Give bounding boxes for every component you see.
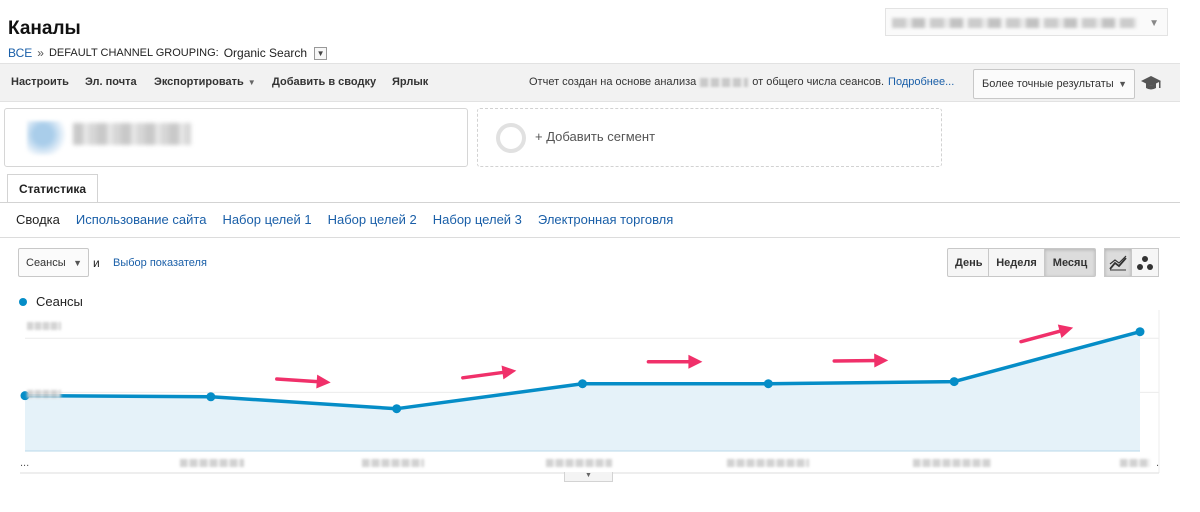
metric-select-label: Сеансы [26,257,66,269]
x-axis-start-ellipsis: ... [20,457,30,469]
subtab-goal-set-3[interactable]: Набор целей 3 [433,212,522,227]
motion-chart-button[interactable] [1131,248,1159,277]
export-button[interactable]: Экспортировать ▼ [154,76,256,88]
annotation-arrowhead [316,374,331,389]
annotation-arrow [1019,327,1068,344]
annotation-arrowhead [1057,324,1074,339]
date-range-picker[interactable]: ▼ [885,8,1168,36]
graduation-cap-icon[interactable] [1140,72,1162,94]
annotation-arrowhead [501,365,517,380]
breadcrumb-grouping: DEFAULT CHANNEL GROUPING: [48,47,219,59]
data-point [949,377,959,387]
period-week-button[interactable]: Неделя [988,248,1045,277]
explorer-subtabs: Сводка Использование сайта Набор целей 1… [16,212,673,227]
breadcrumb-separator: » [37,46,44,60]
add-segment-button[interactable]: + Добавить сегмент [477,108,942,167]
data-point [763,379,773,389]
metric-select[interactable]: Сеансы ▼ [18,248,89,277]
precision-select-label: Более точные результаты [982,78,1114,90]
x-axis-label-redacted [180,459,244,467]
period-day-button[interactable]: День [947,248,989,277]
sampling-note: Отчет создан на основе анализа от общего… [529,76,954,88]
breadcrumb-all-link[interactable]: ВСЕ [8,46,32,60]
data-point [578,379,587,389]
x-axis-label-redacted [913,459,991,467]
series-area-fill [25,331,1140,451]
x-axis-label-redacted [362,459,424,467]
segment-icon-redacted [27,121,67,155]
add-segment-label: + Добавить сегмент [535,129,656,144]
learn-more-link[interactable]: Подробнее... [888,76,954,88]
customize-button[interactable]: Настроить [11,76,69,88]
annotation-arrowhead [688,354,703,369]
email-button[interactable]: Эл. почта [85,76,137,88]
segment-name-redacted [73,123,191,145]
add-to-dashboard-button[interactable]: Добавить в сводку [272,76,376,88]
date-range-redacted [892,18,1137,28]
report-toolbar: Настроить Эл. почта Экспортировать ▼ Доба… [0,63,1180,102]
segment-card-active[interactable] [4,108,468,167]
breadcrumb-dropdown-button[interactable]: ▼ [314,46,328,60]
motion-chart-icon [1137,255,1153,270]
breadcrumb: ВСЕ » DEFAULT CHANNEL GROUPING: Organic … [8,46,328,60]
breadcrumb-value: Organic Search [223,46,308,60]
annotation-arrow [832,358,882,363]
chart-type-toggle [1104,248,1159,277]
tab-statistics[interactable]: Статистика [7,174,98,203]
x-axis-label-redacted [546,459,612,467]
line-chart-icon [1109,255,1127,270]
data-point [206,392,216,402]
annotation-arrow [461,369,511,380]
sampling-note-text: Отчет создан на основе анализа [529,76,697,88]
section-divider [0,237,1180,238]
x-axis-label-redacted [1120,459,1150,467]
shortcut-button[interactable]: Ярлык [392,76,428,88]
annotation-arrow [275,377,325,384]
and-label: и [93,256,100,270]
segment-ring-icon [496,123,526,153]
period-month-button[interactable]: Месяц [1044,248,1096,277]
data-point [1135,327,1145,337]
legend-series-dot [19,297,27,306]
export-label: Экспортировать [154,76,244,88]
subtab-summary[interactable]: Сводка [16,212,60,227]
chart-legend: Сеансы [19,294,83,309]
chevron-down-icon: ▼ [1118,79,1127,89]
tab-divider [0,202,1180,203]
chevron-down-icon: ▼ [73,258,82,268]
annotation-arrowhead [874,353,889,368]
sampling-note-text-end: от общего числа сеансов. [752,76,885,88]
data-point [392,404,402,414]
collapse-chart-button[interactable]: ▼ [564,472,613,482]
subtab-ecommerce[interactable]: Электронная торговля [538,212,673,227]
pick-metric-link[interactable]: Выбор показателя [113,257,207,269]
legend-series-label: Сеансы [36,294,83,309]
subtab-goal-set-1[interactable]: Набор целей 1 [222,212,311,227]
period-toggle: День Неделя Месяц [947,248,1096,277]
chevron-down-icon: ▼ [1149,18,1159,29]
line-chart-button[interactable] [1104,248,1132,277]
y-axis-label-redacted [27,322,61,330]
precision-select[interactable]: Более точные результаты ▼ [973,69,1135,99]
page-title: Каналы [8,18,81,39]
x-axis-end-dot: . [1156,457,1160,469]
subtab-goal-set-2[interactable]: Набор целей 2 [328,212,417,227]
y-axis-label-redacted [27,390,61,398]
sampling-value-redacted [700,77,749,87]
caret-down-icon: ▼ [247,78,256,87]
subtab-site-usage[interactable]: Использование сайта [76,212,207,227]
x-axis-label-redacted [727,459,809,467]
